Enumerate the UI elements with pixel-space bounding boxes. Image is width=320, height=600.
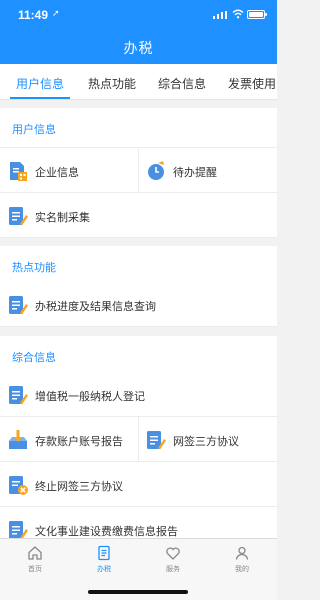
category-tabs: 用户信息 热点功能 综合信息 发票使用 — [0, 64, 277, 100]
menu-row: 办税进度及结果信息查询 — [0, 282, 277, 327]
active-tab-indicator — [10, 97, 70, 99]
menu-row: 存款账户账号报告 网签三方协议 — [0, 417, 277, 462]
section-title-label: 综合信息 — [12, 352, 56, 364]
status-bar: 11:49 ➚ — [0, 0, 277, 28]
menu-item-label: 企业信息 — [35, 167, 79, 179]
menu-row: 文化事业建设费缴费信息报告 — [0, 507, 277, 538]
menu-item-terminate-agreement[interactable]: 终止网签三方协议 — [0, 462, 277, 507]
menu-item-todo-reminder[interactable]: 待办提醒 — [138, 148, 277, 193]
edit-doc-icon — [9, 207, 28, 226]
reminder-clock-icon — [148, 161, 164, 180]
page-title: 办税 — [123, 40, 154, 56]
tabbar-label: 首页 — [28, 566, 42, 573]
menu-item-label: 存款账户账号报告 — [35, 436, 123, 448]
main-content: 用户信息 企业信息 待办提醒 实名制采集 热点功能 办税进度及结果信息查询 综合… — [0, 100, 277, 538]
tabbar-label: 办税 — [97, 566, 111, 573]
section-title-general: 综合信息 — [0, 336, 277, 376]
tab-user-info[interactable]: 用户信息 — [16, 75, 64, 92]
tab-invoice-use[interactable]: 发票使用 — [228, 75, 276, 92]
edit-doc-icon — [9, 296, 28, 315]
tab-hot-functions[interactable]: 热点功能 — [88, 75, 136, 92]
menu-item-label: 网签三方协议 — [173, 436, 239, 448]
location-arrow-icon: ➚ — [52, 8, 60, 18]
section-title-label: 热点功能 — [12, 262, 56, 274]
tabbar-home[interactable]: 首页 — [10, 545, 60, 574]
menu-item-label: 待办提醒 — [173, 167, 217, 179]
download-tray-icon — [9, 430, 27, 449]
edit-doc-icon — [9, 386, 28, 405]
tabbar-service[interactable]: 服务 — [148, 545, 198, 574]
menu-item-label: 实名制采集 — [35, 212, 90, 224]
home-icon — [28, 546, 42, 560]
tax-doc-icon — [98, 545, 110, 561]
status-time: 11:49 — [18, 8, 49, 22]
menu-item-label: 办税进度及结果信息查询 — [35, 301, 156, 313]
menu-row: 企业信息 待办提醒 — [0, 148, 277, 193]
menu-item-label: 文化事业建设费缴费信息报告 — [35, 526, 178, 538]
menu-item-deposit-account-report[interactable]: 存款账户账号报告 — [0, 417, 138, 462]
cancel-doc-icon — [9, 476, 28, 495]
tabbar-label: 我的 — [235, 566, 249, 573]
edit-doc-icon — [9, 521, 28, 538]
menu-item-progress-query[interactable]: 办税进度及结果信息查询 — [0, 282, 277, 327]
battery-icon — [247, 10, 267, 19]
building-doc-icon — [10, 162, 27, 181]
user-icon — [235, 546, 249, 560]
menu-item-enterprise-info[interactable]: 企业信息 — [0, 148, 138, 193]
header-bar: 11:49 ➚ 办税 — [0, 0, 277, 64]
section-title-hot: 热点功能 — [0, 246, 277, 286]
section-title-label: 用户信息 — [12, 124, 56, 136]
menu-item-vat-registration[interactable]: 增值税一般纳税人登记 — [0, 372, 277, 417]
menu-item-real-name-collection[interactable]: 实名制采集 — [0, 193, 277, 238]
edit-doc-icon — [147, 431, 166, 450]
menu-item-label: 增值税一般纳税人登记 — [35, 391, 145, 403]
menu-row: 增值税一般纳税人登记 — [0, 372, 277, 417]
section-title-user-info: 用户信息 — [0, 108, 277, 148]
tabbar-label: 服务 — [166, 566, 180, 573]
menu-row: 实名制采集 — [0, 193, 277, 238]
menu-row: 终止网签三方协议 — [0, 462, 277, 507]
tabbar-mine[interactable]: 我的 — [217, 545, 267, 574]
home-indicator — [88, 590, 188, 594]
tab-general-info[interactable]: 综合信息 — [158, 75, 206, 92]
menu-item-cultural-fee-report[interactable]: 文化事业建设费缴费信息报告 — [0, 507, 277, 538]
heart-icon — [166, 547, 180, 560]
wifi-icon — [232, 9, 244, 19]
signal-icon — [213, 11, 227, 19]
menu-item-tripartite-agreement[interactable]: 网签三方协议 — [138, 417, 277, 462]
tabbar-tax[interactable]: 办税 — [79, 545, 129, 574]
menu-item-label: 终止网签三方协议 — [35, 481, 123, 493]
